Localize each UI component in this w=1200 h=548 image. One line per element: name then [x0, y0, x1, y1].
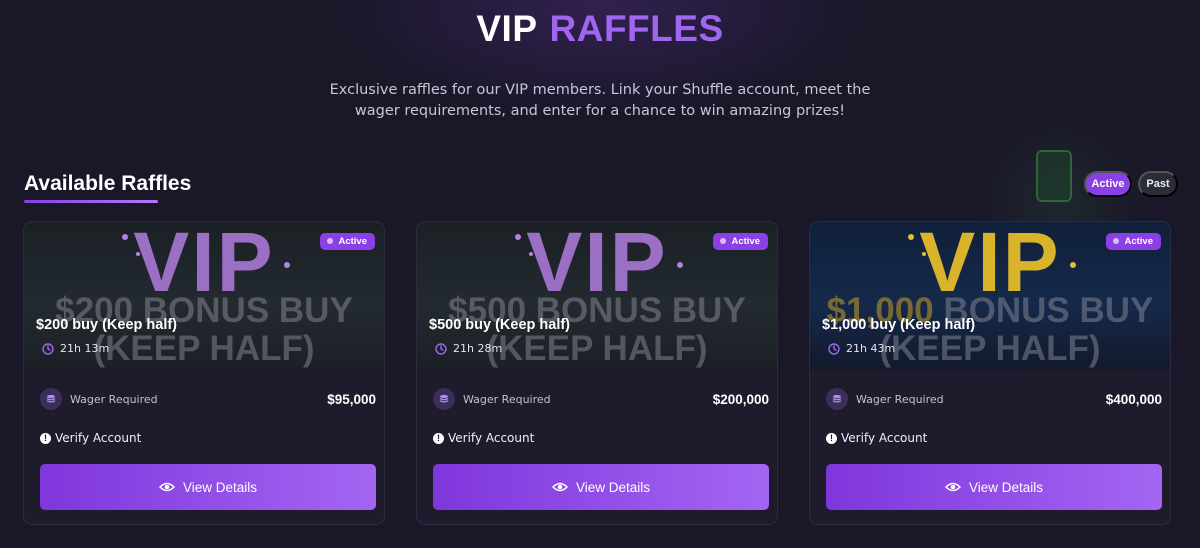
view-details-button[interactable]: View Details [826, 464, 1162, 510]
verify-account-row: ! Verify Account [433, 431, 534, 445]
raffle-countdown: 21h 43m [828, 342, 895, 355]
countdown-text: 21h 28m [453, 342, 503, 355]
sparkle-icon [922, 252, 926, 256]
verify-account-label: Verify Account [448, 431, 535, 445]
raffle-countdown: 21h 13m [42, 342, 109, 355]
clock-icon [435, 342, 447, 355]
wager-value: $200,000 [712, 391, 769, 407]
section-underline [24, 200, 158, 203]
status-badge: Active [1106, 233, 1161, 250]
sparkle-icon [1070, 262, 1076, 268]
raffle-banner: VIP $500 BONUS BUY (KEEP HALF) Active $5… [417, 222, 777, 370]
raffle-banner: VIP $200 BONUS BUY (KEEP HALF) Active $2… [24, 222, 384, 370]
wager-label: Wager Required [856, 392, 944, 406]
sparkle-icon [908, 234, 914, 240]
alert-circle-icon: ! [40, 432, 51, 444]
wager-value: $95,000 [327, 391, 376, 407]
raffle-name: $200 buy (Keep half) [36, 317, 178, 333]
sparkle-icon [677, 262, 683, 268]
banner-line2: (KEEP HALF) [93, 329, 315, 368]
raffle-card: VIP $1,000 BONUS BUY (KEEP HALF) Active … [809, 221, 1171, 525]
verify-account-row: ! Verify Account [826, 431, 927, 445]
wager-row: Wager Required $400,000 [826, 388, 1162, 410]
verify-account-row: ! Verify Account [40, 431, 141, 445]
wager-label: Wager Required [463, 392, 551, 406]
coin-stack-icon [433, 388, 455, 410]
page-subtitle: Exclusive raffles for our VIP members. L… [329, 82, 871, 119]
clock-icon [42, 342, 54, 355]
alert-circle-icon: ! [433, 432, 444, 444]
view-details-button[interactable]: View Details [433, 464, 769, 510]
page-title: VIP RAFFLES [0, 8, 1200, 50]
wager-row: Wager Required $95,000 [40, 388, 376, 410]
page-title-word-vip: VIP [476, 8, 538, 49]
wager-value: $400,000 [1105, 391, 1162, 407]
raffle-name: $1,000 buy (Keep half) [822, 317, 976, 333]
status-dot-icon [720, 238, 727, 244]
eye-icon [551, 482, 568, 492]
coin-stack-icon [40, 388, 62, 410]
status-badge: Active [320, 233, 375, 250]
page-title-word-raffles: RAFFLES [549, 8, 724, 49]
view-details-label: View Details [575, 479, 651, 495]
sparkle-icon [284, 262, 290, 268]
view-details-button[interactable]: View Details [40, 464, 376, 510]
status-label: Active [731, 236, 760, 247]
banner-line2: (KEEP HALF) [486, 329, 708, 368]
view-details-label: View Details [182, 479, 258, 495]
decorative-card-shape [1036, 150, 1072, 202]
verify-account-label: Verify Account [841, 431, 928, 445]
filter-past-button[interactable]: Past [1138, 171, 1178, 197]
countdown-text: 21h 13m [60, 342, 110, 355]
sparkle-icon [515, 234, 521, 240]
wager-row: Wager Required $200,000 [433, 388, 769, 410]
raffle-card: VIP $200 BONUS BUY (KEEP HALF) Active $2… [23, 221, 385, 525]
status-label: Active [1124, 236, 1153, 247]
alert-circle-icon: ! [826, 432, 837, 444]
status-dot-icon [327, 238, 334, 244]
banner-line2: (KEEP HALF) [879, 329, 1101, 368]
raffle-banner: VIP $1,000 BONUS BUY (KEEP HALF) Active … [810, 222, 1170, 370]
view-details-label: View Details [968, 479, 1044, 495]
countdown-text: 21h 43m [846, 342, 896, 355]
sparkle-icon [136, 252, 140, 256]
status-dot-icon [1113, 238, 1120, 244]
eye-icon [944, 482, 961, 492]
coin-stack-icon [826, 388, 848, 410]
status-label: Active [338, 236, 367, 247]
clock-icon [828, 342, 840, 355]
status-badge: Active [713, 233, 768, 250]
verify-account-label: Verify Account [55, 431, 142, 445]
wager-label: Wager Required [70, 392, 158, 406]
sparkle-icon [122, 234, 128, 240]
raffle-card: VIP $500 BONUS BUY (KEEP HALF) Active $5… [416, 221, 778, 525]
raffle-countdown: 21h 28m [435, 342, 502, 355]
filter-active-button[interactable]: Active [1084, 171, 1132, 197]
sparkle-icon [529, 252, 533, 256]
eye-icon [158, 482, 175, 492]
raffle-name: $500 buy (Keep half) [429, 317, 571, 333]
section-title: Available Raffles [24, 172, 192, 195]
